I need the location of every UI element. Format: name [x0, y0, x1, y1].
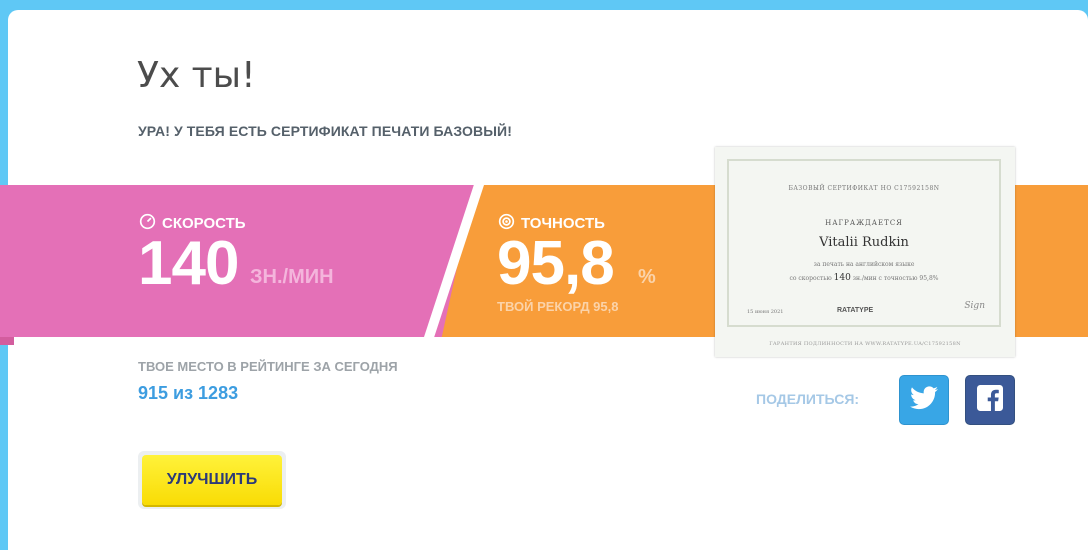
certificate-speed: 140 — [833, 273, 851, 283]
accuracy-record: ТВОЙ РЕКОРД 95,8 — [497, 299, 619, 314]
rating-label: ТВОЕ МЕСТО В РЕЙТИНГЕ ЗА СЕГОДНЯ — [138, 359, 398, 374]
certificate-date: 15 июня 2021 — [747, 309, 784, 315]
speed-unit: ЗН./МИН — [250, 266, 334, 288]
certificate-line2-suffix: зн./мин с точностью 95,8% — [852, 275, 939, 282]
certificate-preview[interactable]: БАЗОВЫЙ СЕРТИФИКАТ НО C17592158N НАГРАЖД… — [715, 147, 1015, 357]
speed-value: 140 — [138, 229, 239, 298]
certificate-signature: Sign — [964, 301, 985, 311]
page-title: Ух ты! — [137, 55, 256, 96]
certificate-footer: ГАРАНТИЯ ПОДЛИННОСТИ НА WWW.RATATYPE.UA/… — [769, 341, 961, 347]
certificate-frame: БАЗОВЫЙ СЕРТИФИКАТ НО C17592158N НАГРАЖД… — [727, 159, 1001, 327]
certificate-announcement: УРА! У ТЕБЯ ЕСТЬ СЕРТИФИКАТ ПЕЧАТИ БАЗОВ… — [138, 123, 512, 139]
improve-button-frame: УЛУЧШИТЬ — [138, 451, 286, 509]
twitter-share-button[interactable] — [899, 375, 949, 425]
certificate-brand: RATATYPE — [837, 307, 874, 314]
twitter-icon — [910, 385, 938, 415]
certificate-number: БАЗОВЫЙ СЕРТИФИКАТ НО C17592158N — [788, 185, 940, 192]
facebook-icon — [977, 384, 1003, 416]
share-label: ПОДЕЛИТЬСЯ: — [756, 391, 860, 407]
facebook-share-button[interactable] — [965, 375, 1015, 425]
certificate-line1: за печать на английском языке — [813, 261, 915, 268]
certificate-line2-prefix: со скоростью — [789, 275, 832, 282]
certificate-line2: со скоростью 140 зн./мин с точностью 95,… — [729, 273, 999, 283]
improve-button[interactable]: УЛУЧШИТЬ — [142, 455, 282, 505]
certificate-awarded: НАГРАЖДАЕТСЯ — [825, 219, 903, 227]
certificate-name: Vitalii Rudkin — [819, 235, 909, 250]
accuracy-unit: % — [638, 266, 656, 288]
rating-value: 915 из 1283 — [138, 383, 239, 403]
accuracy-value: 95,8 — [497, 229, 615, 298]
